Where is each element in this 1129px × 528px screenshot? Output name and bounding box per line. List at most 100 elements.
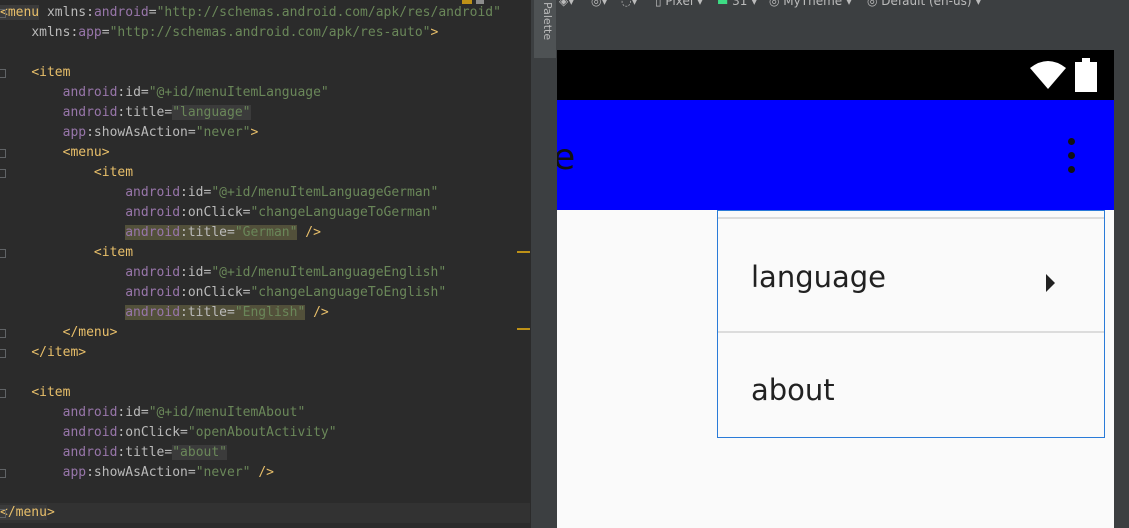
code-token: </item> [31,345,87,360]
overflow-popup-menu[interactable]: language about [717,210,1105,438]
api-level-selector[interactable]: ▬ 31 ▾ [717,0,757,8]
submenu-arrow-icon [1046,274,1055,292]
code-line[interactable]: </menu> [0,323,118,343]
code-token: xmlns: [31,25,79,40]
chevron-down-icon: ▾ [971,0,982,8]
fold-marker-icon[interactable] [0,169,6,178]
code-line[interactable]: <menu> [0,143,110,163]
device-preview[interactable]: are language about [557,50,1114,528]
code-line[interactable]: <item [0,243,133,263]
menu-item-label: about [751,373,835,407]
warning-stripe-marker[interactable] [517,251,530,253]
code-token: :onClick= [117,425,188,440]
code-token: /> [313,305,329,320]
code-token: "never" [195,465,251,480]
code-token: :id= [117,405,149,420]
code-line[interactable]: android:id="@+id/menuItemLanguage" [0,83,329,103]
menu-item-about[interactable]: about [718,333,1104,443]
fold-marker-icon[interactable] [0,9,6,18]
fold-marker-icon[interactable] [0,69,6,78]
code-token: "changeLanguageToEnglish" [250,285,447,300]
code-line[interactable]: <item [0,383,70,403]
fold-marker-icon[interactable] [0,469,6,478]
code-token: "http://schemas.android.com/apk/res-auto… [109,25,431,40]
locale-selector[interactable]: ◎ Default (en-us) ▾ [867,0,981,8]
code-line[interactable]: android:onClick="changeLanguageToGerman" [0,203,438,223]
code-token: <item [31,65,71,80]
code-line[interactable]: android:onClick="openAboutActivity" [0,423,337,443]
caret-line-highlight [0,503,530,523]
code-token: :onClick= [180,285,251,300]
menu-item-label: language [751,260,887,294]
design-surface-icon[interactable]: ◈▾ [559,0,574,8]
code-line[interactable]: <menu xmlns:android="http://schemas.andr… [0,3,501,23]
globe-icon: ◎ [867,0,882,8]
theme-icon: ◎ [769,0,784,8]
code-token: </menu [0,505,47,520]
code-line[interactable]: </item> [0,343,86,363]
code-line[interactable]: <item [0,163,133,183]
code-token: app [62,465,87,480]
code-token: android [62,85,118,100]
code-token: "about" [172,445,228,460]
fold-marker-icon[interactable] [0,329,6,338]
fold-marker-icon[interactable] [0,149,6,158]
android-icon: ▬ [717,0,733,8]
code-token: :id= [117,85,149,100]
code-token: android [62,425,118,440]
orientation-icon[interactable]: ◎▾ [591,0,608,8]
code-line[interactable]: android:title="about" [0,443,228,463]
code-token: <menu> [62,145,110,160]
code-line[interactable]: android:id="@+id/menuItemAbout" [0,403,306,423]
code-token: android [62,405,118,420]
code-line[interactable]: android:id="@+id/menuItemLanguageGerman" [0,183,438,203]
code-line[interactable]: app:showAsAction="never"> [0,123,259,143]
device-selector[interactable]: ▯ Pixel ▾ [655,0,703,8]
code-line[interactable]: <item [0,63,70,83]
code-line[interactable]: android:id="@+id/menuItemLanguageEnglish… [0,263,446,283]
code-line[interactable]: </menu> [0,503,55,523]
code-token: :id= [180,185,212,200]
code-line[interactable]: android:title="English" /> [0,303,329,323]
overflow-dot [1068,138,1075,145]
menu-item-language[interactable]: language [718,219,1104,329]
fold-marker-icon[interactable] [0,509,6,518]
fold-marker-icon[interactable] [0,349,6,358]
code-token: :showAsAction= [86,125,196,140]
fold-marker-icon[interactable] [0,389,6,398]
code-line[interactable]: android:title="language" [0,103,251,123]
chevron-down-icon: ▾ [842,0,852,8]
code-editor[interactable]: <menu xmlns:android="http://schemas.andr… [0,0,530,528]
designer-toolbar: ◈▾ ◎▾ ◌▾ ▯ Pixel ▾ ▬ 31 ▾ ◎ MyTheme ▾ ◎ … [557,0,1129,12]
code-line[interactable]: app:showAsAction="never" /> [0,463,274,483]
code-token: android [125,285,181,300]
code-line[interactable]: xmlns:app="http://schemas.android.com/ap… [0,23,438,43]
code-token: <item [93,165,134,180]
overflow-menu-button[interactable] [1060,136,1082,176]
app-bar [557,100,1114,210]
chevron-down-icon: ▾ [693,0,704,8]
warning-stripe-marker[interactable] [517,328,530,330]
code-line[interactable]: android:onClick="changeLanguageToEnglish… [0,283,446,303]
code-line[interactable]: android:title="German" /> [0,223,321,243]
code-token: :onClick= [180,205,251,220]
theme-selector[interactable]: ◎ MyTheme ▾ [769,0,852,8]
code-token: android [125,265,181,280]
fold-marker-icon[interactable] [0,249,6,258]
code-token: /> [258,465,274,480]
code-token: app [78,25,102,40]
code-token: android [125,185,181,200]
palette-tab-label[interactable]: Palette [541,2,554,40]
night-mode-icon[interactable]: ◌▾ [621,0,638,8]
code-token: = [148,5,157,20]
code-token: "@+id/menuItemLanguageGerman" [211,185,439,200]
code-token: :showAsAction= [86,465,196,480]
